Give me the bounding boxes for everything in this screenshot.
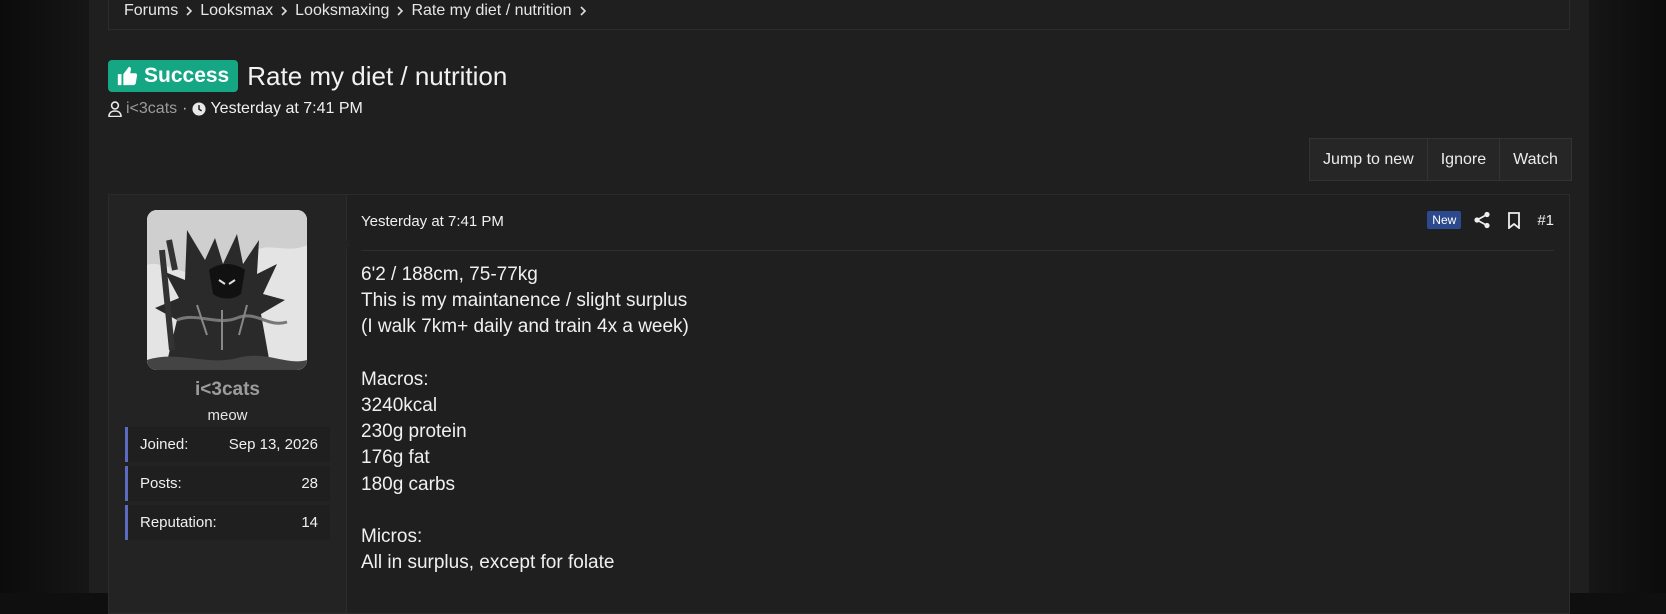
post-date[interactable]: Yesterday at 7:41 PM xyxy=(361,213,504,230)
post-line: (I walk 7km+ daily and train 4x a week) xyxy=(361,316,689,338)
post-header-divider xyxy=(361,250,1554,251)
breadcrumb-looksmax[interactable]: Looksmax xyxy=(200,2,273,20)
new-badge: New xyxy=(1427,211,1462,229)
stat-label: Posts: xyxy=(140,475,182,492)
post-line: Macros: xyxy=(361,368,429,390)
thread-meta: i<3cats · Yesterday at 7:41 PM xyxy=(108,100,363,118)
user-panel-arrow xyxy=(342,237,351,253)
stat-value: 28 xyxy=(301,475,318,492)
post-line xyxy=(361,341,689,367)
chevron-right-icon xyxy=(389,5,411,16)
breadcrumb: Forums Looksmax Looksmaxing Rate my diet… xyxy=(108,0,1570,30)
thread-header: Success Rate my diet / nutrition xyxy=(108,60,507,92)
stat-joined: Joined: Sep 13, 2026 xyxy=(125,427,330,462)
post-tools: New #1 xyxy=(1427,211,1554,229)
prefix-badge[interactable]: Success xyxy=(108,60,239,92)
page-container: Forums Looksmax Looksmaxing Rate my diet… xyxy=(89,0,1589,614)
thread-actions: Jump to new Ignore Watch xyxy=(1309,138,1572,181)
watch-button[interactable]: Watch xyxy=(1500,139,1571,180)
post-body: 6'2 / 188cm, 75-77kg This is my maintane… xyxy=(361,262,689,576)
post-line: All in surplus, except for folate xyxy=(361,552,615,574)
username-link[interactable]: i<3cats xyxy=(109,379,346,401)
post-line: 176g fat xyxy=(361,447,430,469)
post-line: 6'2 / 188cm, 75-77kg xyxy=(361,264,538,285)
breadcrumb-looksmaxing[interactable]: Looksmaxing xyxy=(295,2,389,20)
post-line xyxy=(361,498,689,524)
page-title: Rate my diet / nutrition xyxy=(247,60,508,91)
post-line: This is my maintanence / slight surplus xyxy=(361,290,688,312)
post-content: Yesterday at 7:41 PM New #1 6'2 / 188cm,… xyxy=(361,195,1554,613)
stat-posts: Posts: 28 xyxy=(125,466,330,501)
post-number-link[interactable]: #1 xyxy=(1537,212,1554,229)
post-line: Micros: xyxy=(361,525,423,547)
chevron-right-icon xyxy=(273,5,295,16)
thread-author-link[interactable]: i<3cats xyxy=(126,100,177,118)
thumbs-up-icon xyxy=(116,65,138,87)
page-gutter-left xyxy=(0,0,89,593)
stat-value: 14 xyxy=(301,514,318,531)
share-icon[interactable] xyxy=(1473,211,1491,229)
thread-start-date[interactable]: Yesterday at 7:41 PM xyxy=(210,100,362,118)
user-icon xyxy=(108,101,126,117)
breadcrumb-thread[interactable]: Rate my diet / nutrition xyxy=(411,2,571,20)
post-line: 230g protein xyxy=(361,421,467,443)
jump-to-new-button[interactable]: Jump to new xyxy=(1310,139,1428,180)
chevron-right-icon xyxy=(178,5,200,16)
stat-label: Reputation: xyxy=(140,514,217,531)
stat-label: Joined: xyxy=(140,436,189,453)
chevron-right-icon xyxy=(572,5,594,16)
breadcrumb-forums[interactable]: Forums xyxy=(124,2,178,20)
clock-icon xyxy=(192,101,210,117)
prefix-label: Success xyxy=(144,64,230,87)
page-gutter-right xyxy=(1589,0,1666,593)
stat-value: Sep 13, 2026 xyxy=(228,436,318,453)
avatar[interactable] xyxy=(147,210,307,370)
meta-separator: · xyxy=(182,100,188,117)
stat-reputation: Reputation: 14 xyxy=(125,505,330,540)
post-message: i<3cats meow Joined: Sep 13, 2026 Posts:… xyxy=(108,194,1570,614)
bookmark-icon[interactable] xyxy=(1505,211,1523,229)
user-title: meow xyxy=(207,407,248,424)
user-panel: i<3cats meow Joined: Sep 13, 2026 Posts:… xyxy=(109,195,347,613)
post-line: 180g carbs xyxy=(361,473,456,495)
post-line: 3240kcal xyxy=(361,394,438,416)
ignore-button[interactable]: Ignore xyxy=(1428,139,1501,180)
